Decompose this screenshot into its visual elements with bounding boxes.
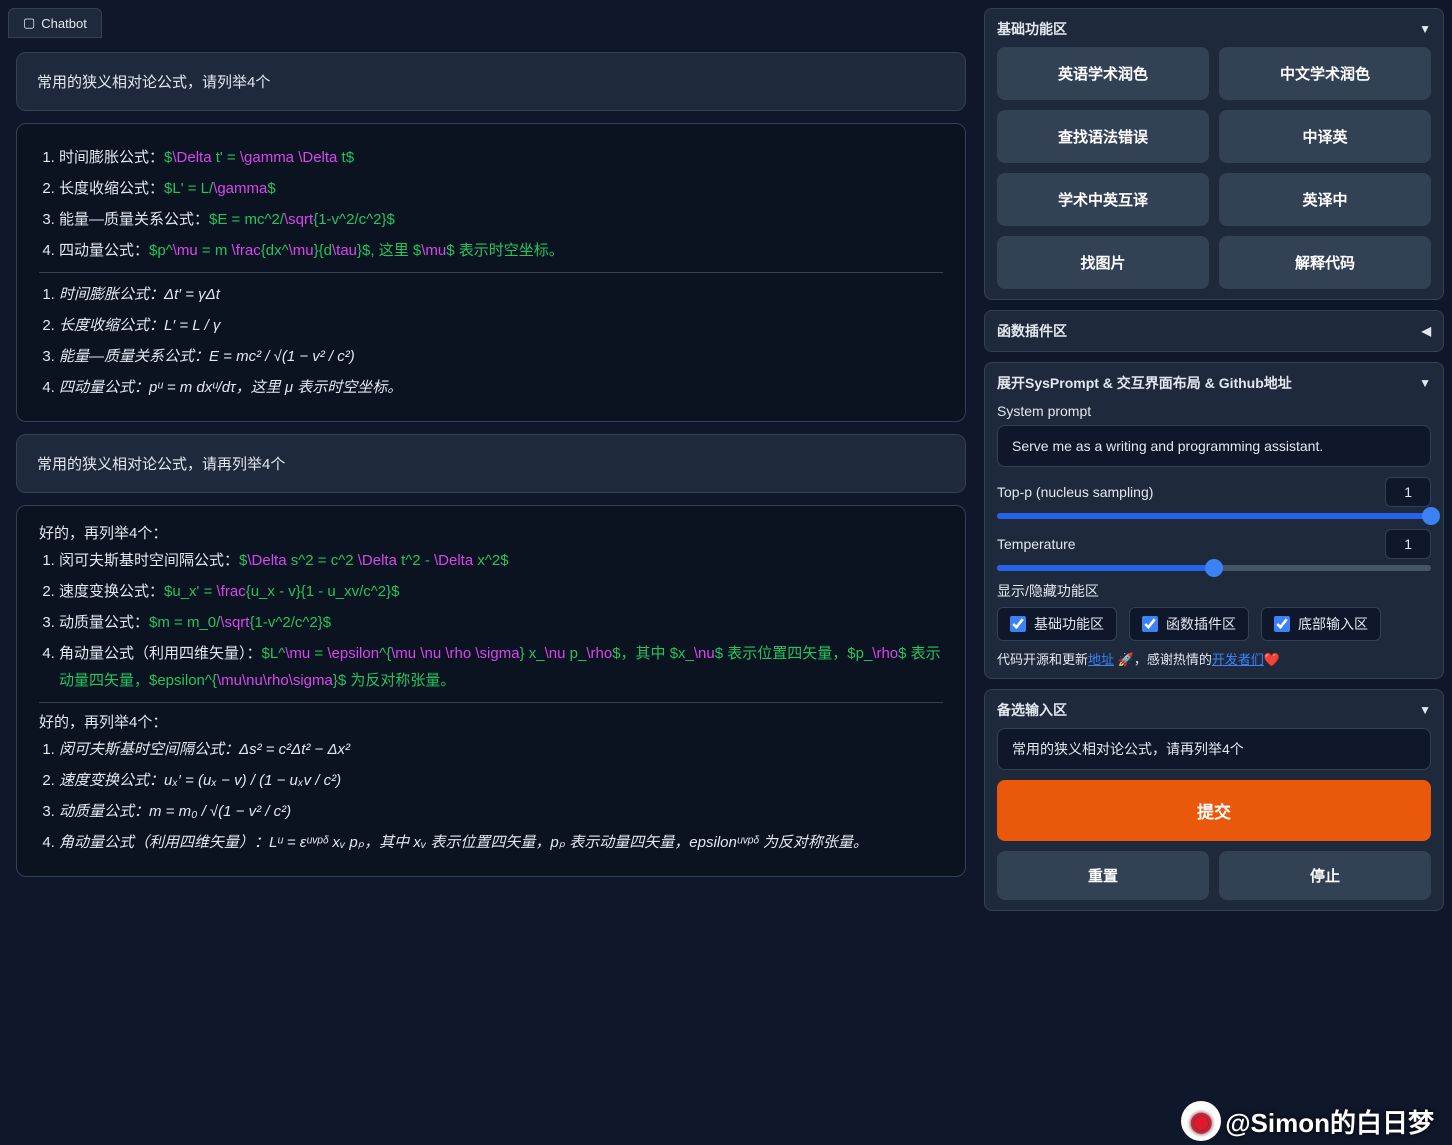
function-button[interactable]: 英译中 bbox=[1219, 173, 1431, 226]
topp-slider[interactable] bbox=[997, 513, 1431, 519]
plugin-panel[interactable]: 函数插件区 ◀ bbox=[984, 310, 1444, 352]
formula-rendered: 动质量公式：m = m₀ / √(1 − v² / c²) bbox=[59, 798, 943, 825]
formula-rendered: 长度收缩公式：L′ = L / γ bbox=[59, 312, 943, 339]
basic-functions-panel: 基础功能区 ▼ 英语学术润色中文学术润色查找语法错误中译英学术中英互译英译中找图… bbox=[984, 8, 1444, 300]
devs-link[interactable]: 开发者们 bbox=[1212, 652, 1264, 667]
system-prompt-label: System prompt bbox=[997, 403, 1431, 419]
toggle-item[interactable]: 基础功能区 bbox=[997, 607, 1117, 641]
formula-rendered: 闵可夫斯基时空间隔公式：Δs² = c²Δt² − Δx² bbox=[59, 736, 943, 763]
function-button[interactable]: 中译英 bbox=[1219, 110, 1431, 163]
panel-title: 备选输入区 bbox=[997, 700, 1067, 720]
expand-panel: 展开SysPrompt & 交互界面布局 & Github地址 ▼ System… bbox=[984, 362, 1444, 679]
function-button[interactable]: 解释代码 bbox=[1219, 236, 1431, 289]
reset-button[interactable]: 重置 bbox=[997, 851, 1209, 900]
formula-rendered: 四动量公式：pᵘ = m dxᵘ/dτ，这里 μ 表示时空坐标。 bbox=[59, 374, 943, 401]
submit-button[interactable]: 提交 bbox=[997, 780, 1431, 841]
user-message: 常用的狭义相对论公式，请列举4个 bbox=[16, 52, 966, 111]
bot-message: 好的，再列举4个： 闵可夫斯基时空间隔公式：$\Delta s^2 = c^2 … bbox=[16, 505, 966, 877]
formula-rendered: 时间膨胀公式：Δt′ = γΔt bbox=[59, 281, 943, 308]
toggle-checkbox[interactable] bbox=[1274, 616, 1290, 632]
source-link[interactable]: 地址 bbox=[1088, 652, 1114, 667]
tab-label: Chatbot bbox=[41, 16, 87, 31]
function-button[interactable]: 英语学术润色 bbox=[997, 47, 1209, 100]
temperature-slider[interactable] bbox=[997, 565, 1431, 571]
watermark: ◉ @Simon的白日梦 bbox=[1181, 1101, 1434, 1141]
bot-message: 时间膨胀公式：$\Delta t' = \gamma \Delta t$ 长度收缩… bbox=[16, 123, 966, 422]
chevron-left-icon[interactable]: ◀ bbox=[1422, 324, 1431, 338]
credits-text: 代码开源和更新地址 🚀，感谢热情的开发者们❤️ bbox=[997, 649, 1431, 668]
formula-item: 动质量公式：$m = m_0/\sqrt{1-v^2/c^2}$ bbox=[59, 609, 943, 636]
formula-item: 四动量公式：$p^\mu = m \frac{dx^\mu}{d\tau}$, … bbox=[59, 237, 943, 264]
alt-input[interactable] bbox=[997, 728, 1431, 770]
topp-label: Top-p (nucleus sampling) bbox=[997, 484, 1153, 500]
formula-rendered: 角动量公式（利用四维矢量）：Lᵘ = εᵘᵛᵖᵟ xᵥ pₚ，其中 xᵥ 表示位… bbox=[59, 829, 943, 856]
formula-item: 能量—质量关系公式：$E = mc^2/\sqrt{1-v^2/c^2}$ bbox=[59, 206, 943, 233]
formula-item: 长度收缩公式：$L' = L/\gamma$ bbox=[59, 175, 943, 202]
temperature-value[interactable]: 1 bbox=[1385, 529, 1431, 559]
panel-title: 展开SysPrompt & 交互界面布局 & Github地址 bbox=[997, 373, 1292, 393]
chevron-down-icon[interactable]: ▼ bbox=[1419, 703, 1431, 717]
panel-title: 基础功能区 bbox=[997, 19, 1067, 39]
formula-item: 闵可夫斯基时空间隔公式：$\Delta s^2 = c^2 \Delta t^2… bbox=[59, 547, 943, 574]
formula-item: 角动量公式（利用四维矢量）：$L^\mu = \epsilon^{\mu \nu… bbox=[59, 640, 943, 694]
chat-icon: ▢ bbox=[23, 15, 35, 31]
user-message: 常用的狭义相对论公式，请再列举4个 bbox=[16, 434, 966, 493]
formula-item: 速度变换公式：$u_x' = \frac{u_x - v}{1 - u_xv/c… bbox=[59, 578, 943, 605]
chat-area: 常用的狭义相对论公式，请列举4个 时间膨胀公式：$\Delta t' = \ga… bbox=[8, 44, 974, 1137]
formula-item: 时间膨胀公式：$\Delta t' = \gamma \Delta t$ bbox=[59, 144, 943, 171]
panel-title: 函数插件区 bbox=[997, 321, 1067, 341]
alt-input-panel: 备选输入区 ▼ 提交 重置 停止 bbox=[984, 689, 1444, 911]
system-prompt-input[interactable] bbox=[997, 425, 1431, 467]
toggle-section-label: 显示/隐藏功能区 bbox=[997, 581, 1431, 601]
topp-value[interactable]: 1 bbox=[1385, 477, 1431, 507]
formula-rendered: 速度变换公式：uₓ′ = (uₓ − v) / (1 − uₓv / c²) bbox=[59, 767, 943, 794]
chevron-down-icon[interactable]: ▼ bbox=[1419, 376, 1431, 390]
toggle-checkbox[interactable] bbox=[1142, 616, 1158, 632]
temperature-label: Temperature bbox=[997, 536, 1076, 552]
toggle-item[interactable]: 底部输入区 bbox=[1261, 607, 1381, 641]
toggle-item[interactable]: 函数插件区 bbox=[1129, 607, 1249, 641]
formula-rendered: 能量—质量关系公式：E = mc² / √(1 − v² / c²) bbox=[59, 343, 943, 370]
function-button[interactable]: 中文学术润色 bbox=[1219, 47, 1431, 100]
function-button[interactable]: 查找语法错误 bbox=[997, 110, 1209, 163]
weibo-icon: ◉ bbox=[1181, 1101, 1221, 1141]
chatbot-tab[interactable]: ▢ Chatbot bbox=[8, 8, 102, 38]
function-button[interactable]: 学术中英互译 bbox=[997, 173, 1209, 226]
toggle-checkbox[interactable] bbox=[1010, 616, 1026, 632]
stop-button[interactable]: 停止 bbox=[1219, 851, 1431, 900]
chevron-down-icon[interactable]: ▼ bbox=[1419, 22, 1431, 36]
function-button[interactable]: 找图片 bbox=[997, 236, 1209, 289]
